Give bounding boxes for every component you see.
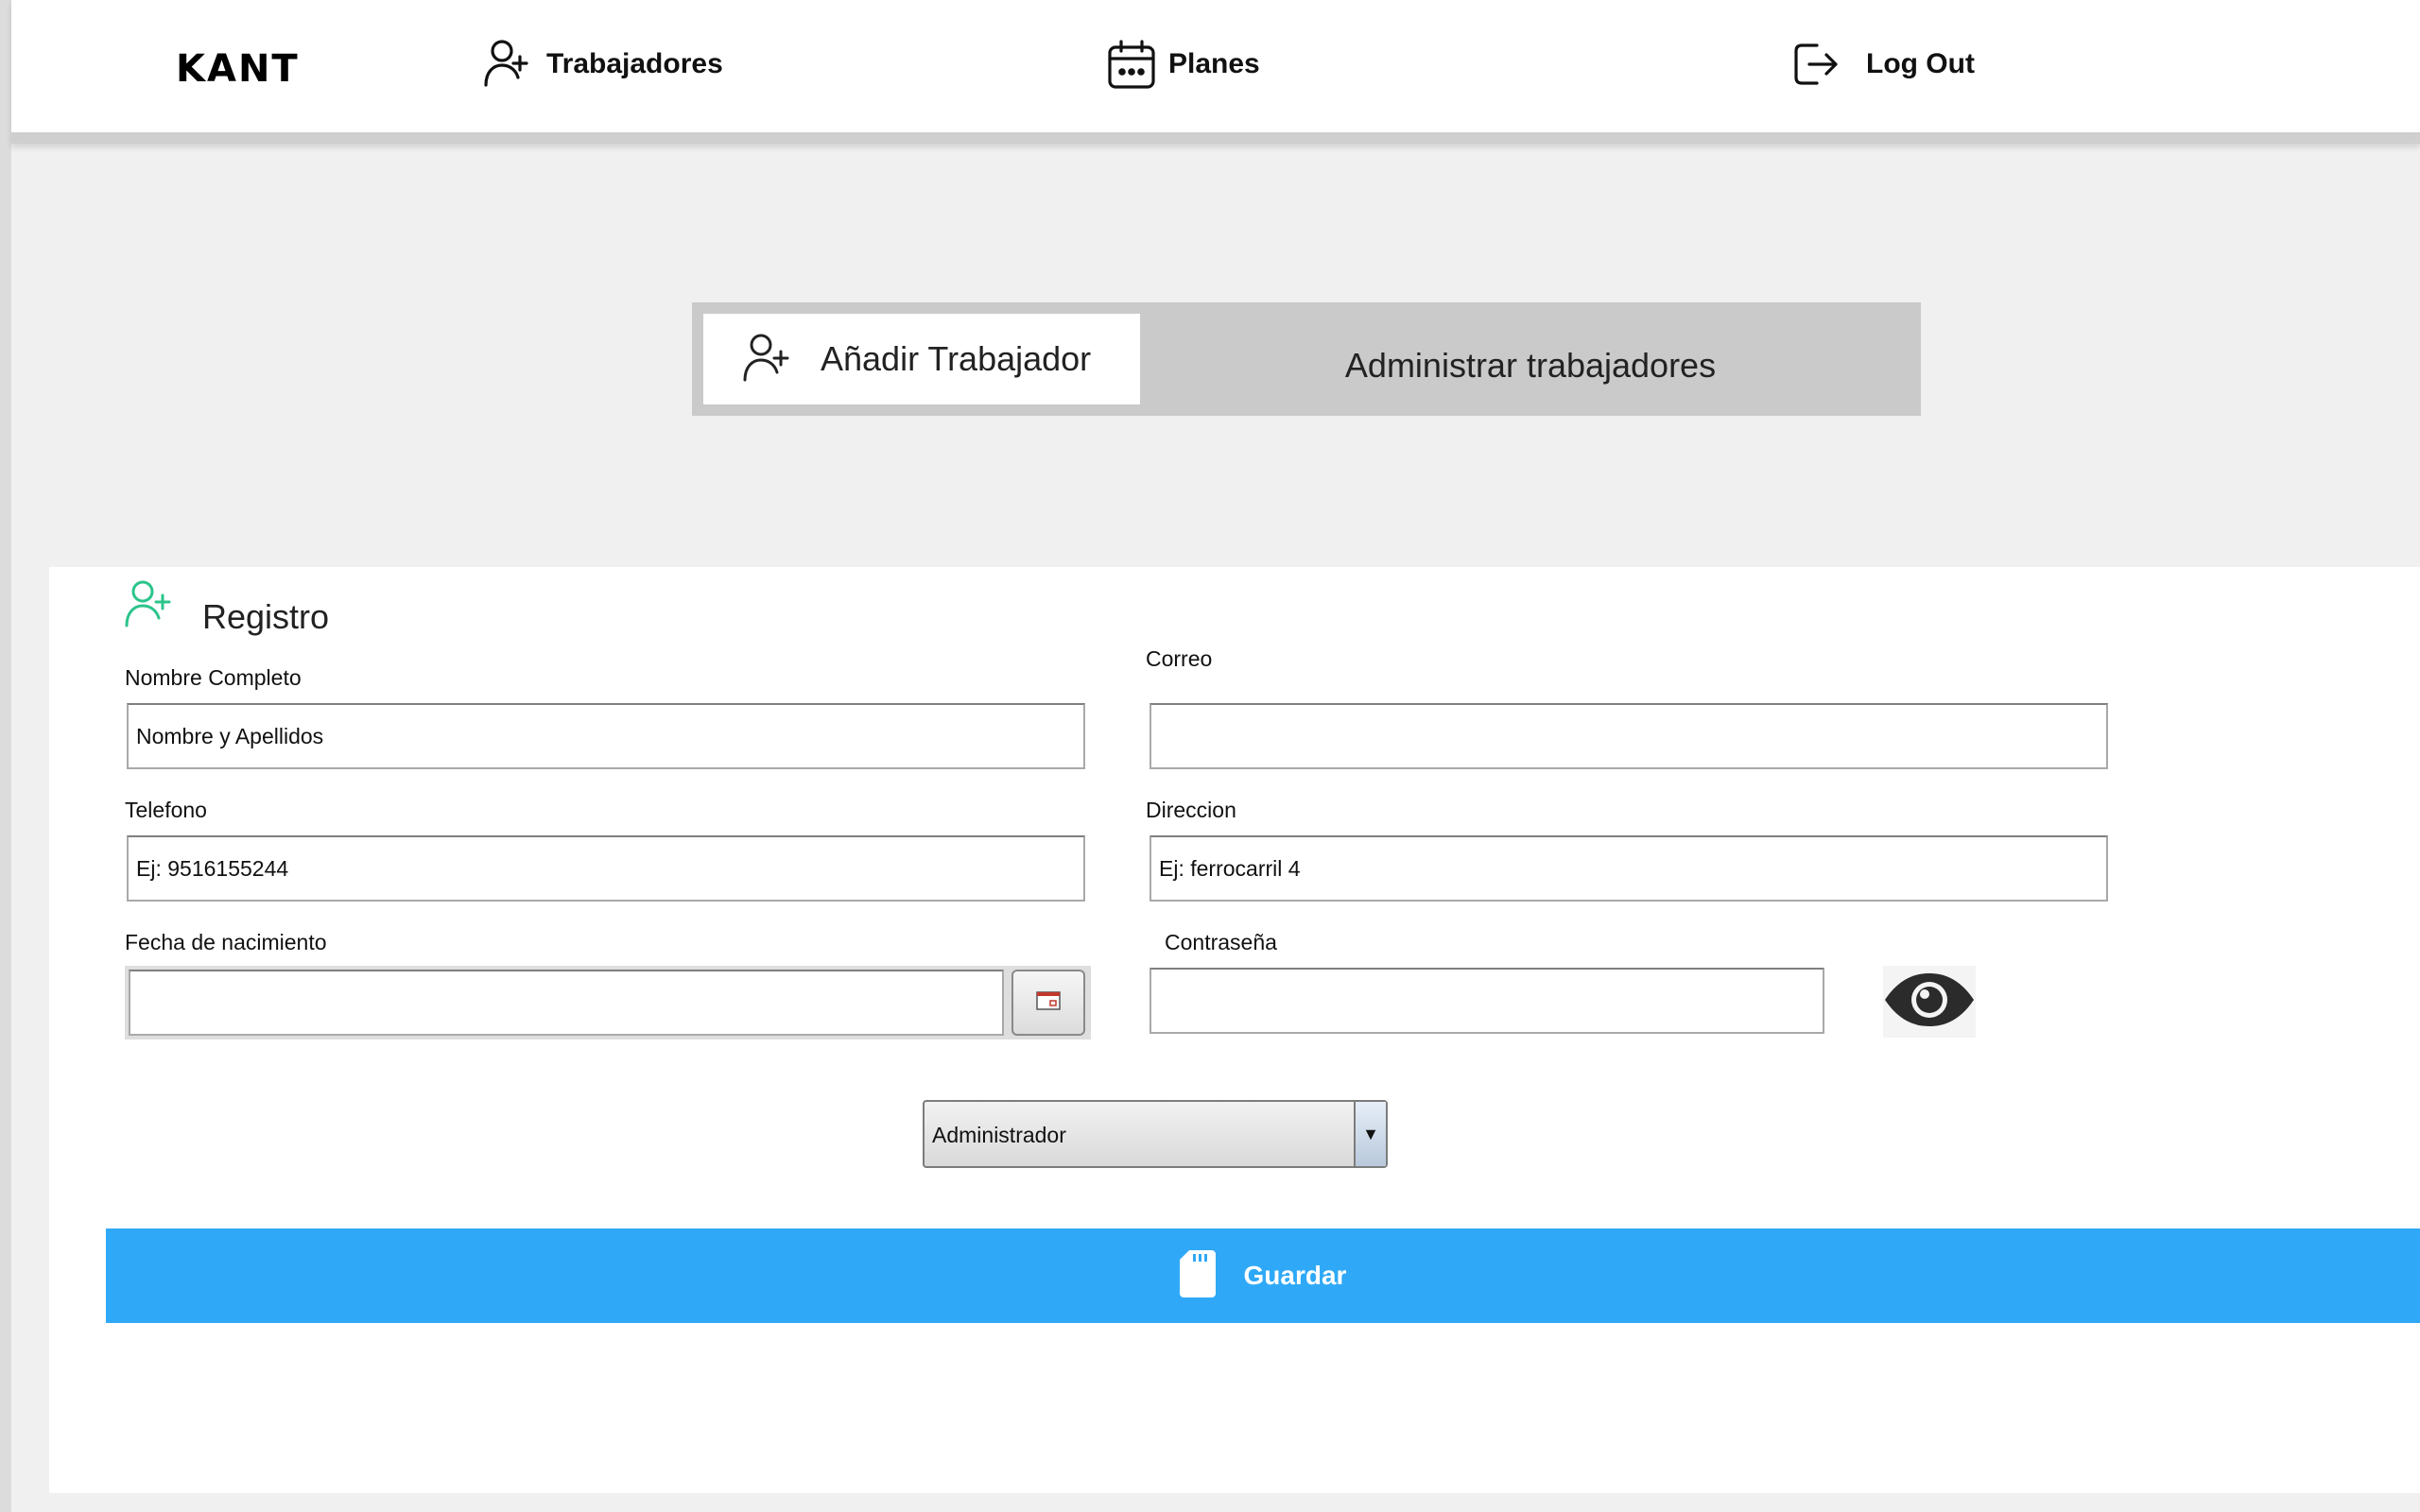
save-button[interactable]: Guardar <box>106 1228 2420 1323</box>
direccion-label: Direccion <box>1146 798 1236 822</box>
correo-input[interactable] <box>1150 703 2108 769</box>
telefono-input[interactable] <box>127 835 1085 902</box>
toggle-password-button[interactable] <box>1883 966 1976 1038</box>
nav-label: Planes <box>1168 48 1260 79</box>
person-add-icon <box>123 578 176 636</box>
contrasena-label: Contraseña <box>1165 930 1277 954</box>
worker-tabs: Añadir Trabajador Administrar trabajador… <box>692 302 1921 416</box>
date-picker <box>125 966 1091 1040</box>
fecha-input[interactable] <box>129 970 1004 1036</box>
nav-label: Log Out <box>1866 48 1975 79</box>
nav-label: Trabajadores <box>546 48 723 79</box>
role-select[interactable]: Administrador ▼ <box>923 1100 1388 1168</box>
role-select-value: Administrador <box>932 1123 1066 1147</box>
sd-card-icon <box>1179 1249 1216 1302</box>
calendar-icon <box>1106 38 1157 91</box>
logo-text: KANT <box>176 47 300 91</box>
calendar-picker-icon <box>1036 990 1061 1015</box>
brand-logo[interactable]: KANT <box>176 47 300 91</box>
eye-icon <box>1883 971 1976 1033</box>
person-add-icon <box>741 331 794 388</box>
telefono-label: Telefono <box>125 798 207 822</box>
logout-icon <box>1789 38 1841 91</box>
direccion-input[interactable] <box>1150 835 2108 902</box>
person-add-icon <box>482 38 535 91</box>
panel-title: Registro <box>202 597 330 636</box>
date-picker-button[interactable] <box>1011 970 1085 1036</box>
nav-trabajadores[interactable]: Trabajadores <box>482 38 723 91</box>
correo-label: Correo <box>1146 646 1213 671</box>
tab-label: Añadir Trabajador <box>821 339 1092 378</box>
nombre-label: Nombre Completo <box>125 665 302 690</box>
tab-label: Administrar trabajadores <box>1344 346 1717 385</box>
top-nav-bar: KANT Trabajadores Planes Log Out <box>11 0 2420 144</box>
window-left-edge <box>0 0 11 1512</box>
nav-logout[interactable]: Log Out <box>1789 38 1975 91</box>
panel-header: Registro <box>123 576 329 637</box>
nav-planes[interactable]: Planes <box>1106 38 1260 91</box>
contrasena-input[interactable] <box>1150 968 1824 1034</box>
tab-anadir-trabajador[interactable]: Añadir Trabajador <box>703 314 1140 404</box>
tab-administrar-trabajadores[interactable]: Administrar trabajadores <box>1140 314 1921 404</box>
nombre-input[interactable] <box>127 703 1085 769</box>
save-label: Guardar <box>1243 1261 1347 1290</box>
registro-panel: Registro Nombre Completo Correo Telefono… <box>49 567 2420 1493</box>
fecha-label: Fecha de nacimiento <box>125 930 327 954</box>
chevron-down-icon[interactable]: ▼ <box>1354 1102 1386 1166</box>
